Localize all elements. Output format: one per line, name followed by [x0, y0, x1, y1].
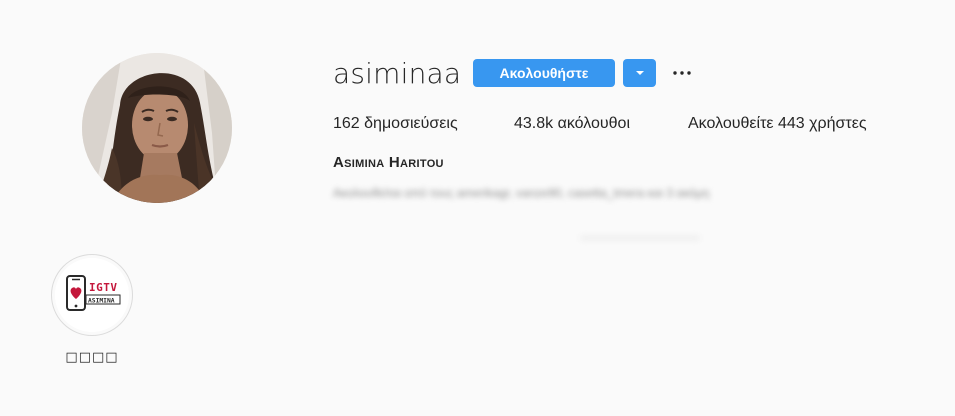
following-link[interactable]: Ακολουθείτε 443 χρήστες — [688, 113, 867, 135]
highlight-cover: IGTV ASIMINA — [55, 258, 129, 332]
posts-count: 162 δημοσιεύσεις — [333, 115, 458, 132]
profile-full-name: Asimina Haritou — [333, 154, 444, 171]
more-options-button[interactable] — [670, 62, 694, 84]
svg-text:ASIMINA: ASIMINA — [88, 298, 115, 305]
suggested-dropdown-button[interactable] — [623, 59, 656, 87]
more-horizontal-icon — [673, 71, 691, 75]
blurred-smudge — [580, 236, 700, 240]
avatar-photo — [82, 53, 232, 203]
story-highlight[interactable]: IGTV ASIMINA — [51, 254, 133, 336]
profile-avatar[interactable] — [82, 53, 232, 203]
followers-link[interactable]: 43.8k ακόλουθοι — [514, 113, 630, 135]
profile-page: asiminaa Ακολουθήστε 162 δημοσιεύσεις 43… — [0, 0, 955, 416]
caret-down-icon — [635, 71, 644, 75]
followed-by-text[interactable]: Ακολουθείται από τους amerikagr, vanze90… — [333, 184, 709, 202]
igtv-logo-icon: IGTV ASIMINA — [55, 258, 129, 332]
highlight-label: □□□□ — [65, 350, 119, 365]
profile-username: asiminaa — [333, 57, 462, 90]
svg-text:IGTV: IGTV — [89, 281, 118, 294]
follow-button[interactable]: Ακολουθήστε — [473, 59, 615, 87]
